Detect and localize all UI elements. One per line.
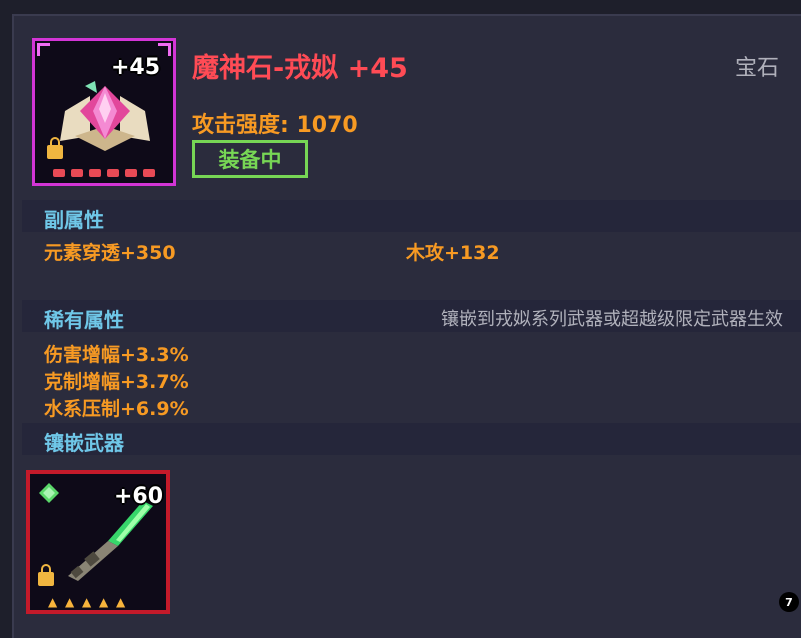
rare-condition-note: 镶嵌到戎姒系列武器或超越级限定武器生效	[441, 309, 783, 330]
lock-icon	[47, 137, 63, 159]
item-level-label: +45	[111, 55, 161, 80]
socket-section-title: 镶嵌武器	[44, 431, 124, 455]
green-spear-icon	[68, 501, 153, 581]
star-icon: ▲	[99, 595, 109, 609]
socketed-weapon-slot[interactable]: +60 ▲ ▲ ▲ ▲ ▲	[26, 470, 170, 614]
star-icon	[89, 169, 101, 177]
secondary-stat: 元素穿透+350	[44, 242, 176, 264]
star-icon: ▲	[65, 595, 75, 609]
star-icon	[107, 169, 119, 177]
green-gem-icon	[39, 483, 59, 503]
socket-section-bar	[22, 423, 801, 455]
rare-stat: 克制增幅+3.7%	[44, 371, 189, 393]
weapon-star-row: ▲ ▲ ▲ ▲ ▲	[48, 596, 128, 608]
star-icon: ▲	[82, 595, 92, 609]
rare-stat: 水系压制+6.9%	[44, 398, 189, 420]
attack-stat: 攻击强度: 1070	[192, 113, 358, 138]
star-icon	[143, 169, 155, 177]
lock-icon	[38, 564, 54, 586]
star-icon: ▲	[48, 595, 58, 609]
secondary-section-bar	[22, 200, 801, 232]
secondary-section-title: 副属性	[44, 208, 104, 232]
rare-stat: 伤害增幅+3.3%	[44, 344, 189, 366]
item-star-row	[53, 169, 155, 177]
gem-icon	[60, 81, 150, 151]
rare-section-title: 稀有属性	[44, 308, 124, 332]
equipped-badge: 装备中	[192, 140, 308, 178]
secondary-stat: 木攻+132	[406, 242, 500, 264]
item-icon-slot[interactable]: +45	[32, 38, 176, 186]
star-icon	[53, 169, 65, 177]
star-icon: ▲	[116, 595, 126, 609]
item-category: 宝石	[734, 56, 779, 81]
star-icon	[71, 169, 83, 177]
star-icon	[125, 169, 137, 177]
item-name: 魔神石-戎姒 +45	[192, 53, 408, 84]
page-badge: 7	[779, 592, 799, 612]
weapon-level-label: +60	[114, 484, 164, 509]
